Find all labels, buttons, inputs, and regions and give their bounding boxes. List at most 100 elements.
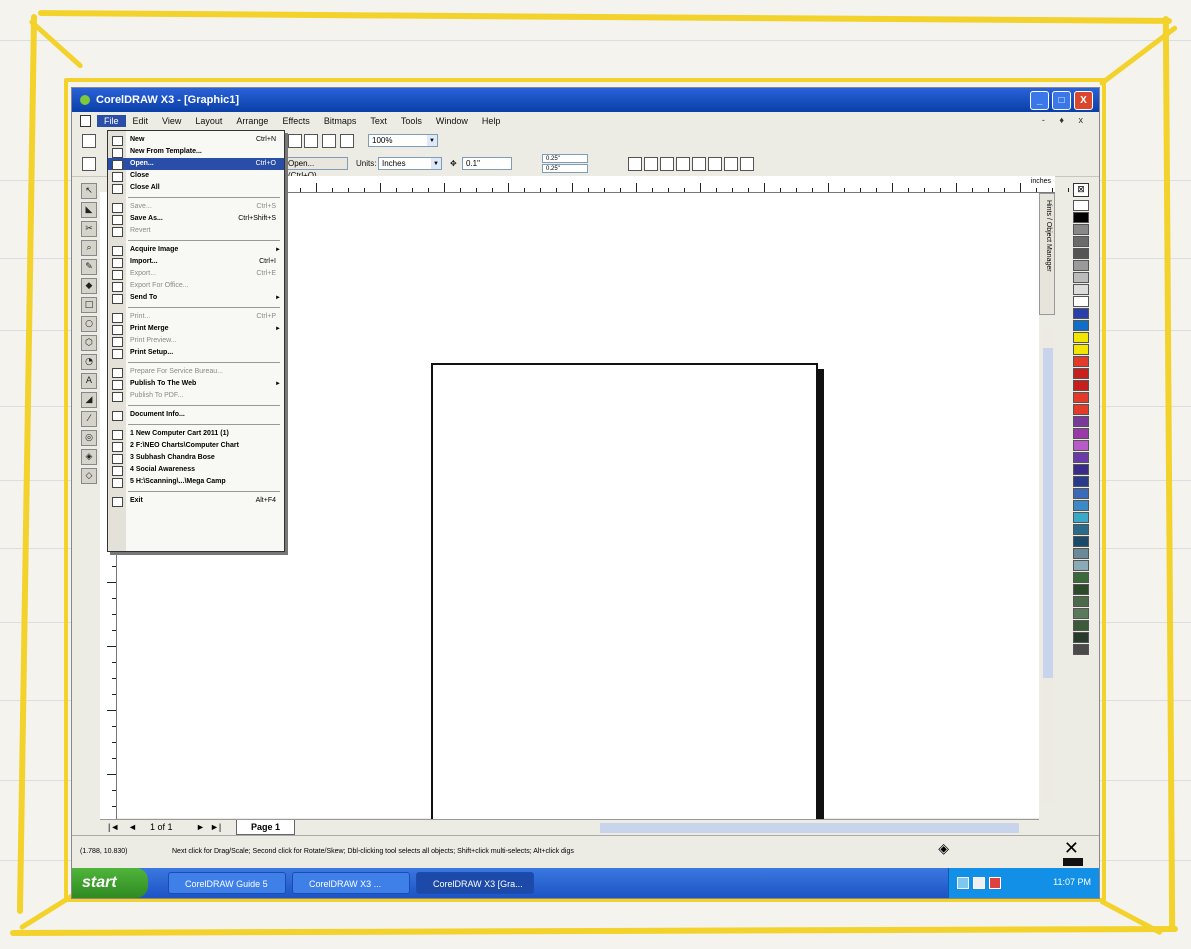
palette-swatch[interactable]	[1073, 356, 1089, 367]
file-menu-item[interactable]: 5 H:\Scanning\...\Mega Camp	[108, 476, 284, 488]
file-menu-item[interactable]: New Ctrl+N	[108, 134, 284, 146]
rectangle-tool-icon[interactable]: □	[81, 297, 97, 313]
file-menu-item[interactable]: Import... Ctrl+I	[108, 256, 284, 268]
docker-tab-hints[interactable]: Hints / Object Manager	[1039, 193, 1055, 315]
menu-file[interactable]: File	[97, 115, 126, 127]
palette-swatch[interactable]	[1073, 584, 1089, 595]
page-nav-last-button[interactable]: ►|	[210, 822, 221, 832]
close-button[interactable]: X	[1074, 91, 1093, 110]
duplicate-x-input[interactable]: 0.25"	[542, 154, 588, 163]
freehand-tool-icon[interactable]: ✎	[81, 259, 97, 275]
print-icon[interactable]	[288, 134, 302, 148]
palette-swatch[interactable]	[1073, 428, 1089, 439]
eyedropper-tool-icon[interactable]: ⁄	[81, 411, 97, 427]
file-menu-item[interactable]: Publish To PDF...	[108, 390, 284, 402]
palette-swatch[interactable]	[1073, 392, 1089, 403]
palette-swatch[interactable]	[1073, 212, 1089, 223]
palette-swatch[interactable]	[1073, 332, 1089, 343]
palette-swatch[interactable]	[1073, 512, 1089, 523]
interactive-blend-tool-icon[interactable]: ◢	[81, 392, 97, 408]
palette-swatch[interactable]	[1073, 452, 1089, 463]
palette-swatch[interactable]	[1073, 632, 1089, 643]
pick-tool-icon[interactable]: ↖	[81, 183, 97, 199]
menu-text[interactable]: Text	[363, 115, 394, 127]
palette-swatch[interactable]	[1073, 572, 1089, 583]
file-menu-item[interactable]: 1 New Computer Cart 2011 (1)	[108, 428, 284, 440]
file-menu-item[interactable]: New From Template...	[108, 146, 284, 158]
menu-effects[interactable]: Effects	[275, 115, 316, 127]
mdi-controls[interactable]: - ♦ x	[1042, 115, 1089, 125]
file-menu-item[interactable]: Prepare For Service Bureau...	[108, 366, 284, 378]
palette-swatch[interactable]	[1073, 404, 1089, 415]
tab-page-1[interactable]: Page 1	[236, 820, 296, 835]
shape-tool-icon[interactable]: ◣	[81, 202, 97, 218]
current-page-icon[interactable]	[676, 157, 690, 171]
file-menu-item[interactable]: Close	[108, 170, 284, 182]
landscape-icon[interactable]	[644, 157, 658, 171]
palette-swatch[interactable]	[1073, 644, 1089, 655]
palette-swatch[interactable]	[1073, 596, 1089, 607]
palette-swatch[interactable]	[1073, 284, 1089, 295]
palette-swatch[interactable]	[1073, 560, 1089, 571]
file-menu-item[interactable]: Print... Ctrl+P	[108, 311, 284, 323]
interactive-fill-tool-icon[interactable]: ◇	[81, 468, 97, 484]
minimize-button[interactable]: _	[1030, 91, 1049, 110]
taskbar-item[interactable]: CorelDRAW Guide 5	[168, 872, 286, 894]
menu-help[interactable]: Help	[475, 115, 508, 127]
horizontal-scrollbar[interactable]	[600, 823, 1019, 833]
zoom-select[interactable]: 100% ▼	[368, 134, 438, 147]
menu-window[interactable]: Window	[429, 115, 475, 127]
file-menu-item[interactable]: Save... Ctrl+S	[108, 201, 284, 213]
palette-swatch[interactable]	[1073, 500, 1089, 511]
palette-swatch[interactable]	[1073, 272, 1089, 283]
text-tool-icon[interactable]: A	[81, 373, 97, 389]
file-menu-item[interactable]: Print Preview...	[108, 335, 284, 347]
menu-tools[interactable]: Tools	[394, 115, 429, 127]
palette-swatch[interactable]	[1073, 308, 1089, 319]
palette-swatch[interactable]	[1073, 368, 1089, 379]
smart-fill-tool-icon[interactable]: ◆	[81, 278, 97, 294]
no-color-icon[interactable]: ⊠	[1073, 183, 1089, 197]
page-size-icon[interactable]	[82, 157, 96, 171]
palette-swatch[interactable]	[1073, 320, 1089, 331]
polygon-tool-icon[interactable]: ⬡	[81, 335, 97, 351]
copy-icon[interactable]	[304, 134, 318, 148]
palette-swatch[interactable]	[1073, 440, 1089, 451]
palette-swatch[interactable]	[1073, 620, 1089, 631]
file-menu-item[interactable]: Acquire Image ►	[108, 244, 284, 256]
maximize-button[interactable]: □	[1052, 91, 1071, 110]
page-sheet[interactable]	[431, 363, 818, 855]
file-menu-item[interactable]: 2 F:\NEO Charts\Computer Chart	[108, 440, 284, 452]
application-launcher-icon[interactable]	[340, 134, 354, 148]
file-menu-item[interactable]: Print Setup...	[108, 347, 284, 359]
new-document-icon[interactable]	[82, 134, 96, 148]
menu-edit[interactable]: Edit	[126, 115, 156, 127]
palette-swatch[interactable]	[1073, 548, 1089, 559]
file-menu-item[interactable]: Exit Alt+F4	[108, 495, 284, 507]
menu-arrange[interactable]: Arrange	[229, 115, 275, 127]
page-nav-prev-button[interactable]: ◄	[128, 822, 137, 832]
zoom-tool-icon[interactable]: ⌕	[81, 240, 97, 256]
file-menu-item[interactable]: Revert	[108, 225, 284, 237]
duplicate-y-input[interactable]: 0.25"	[542, 164, 588, 173]
taskbar-item[interactable]: CorelDRAW X3 ...	[292, 872, 410, 894]
file-menu-item[interactable]: 3 Subhash Chandra Bose	[108, 452, 284, 464]
scroll-thumb[interactable]	[1043, 348, 1053, 678]
menu-bitmaps[interactable]: Bitmaps	[317, 115, 364, 127]
file-menu-item[interactable]: Print Merge ►	[108, 323, 284, 335]
palette-swatch[interactable]	[1073, 224, 1089, 235]
palette-swatch[interactable]	[1073, 248, 1089, 259]
portrait-icon[interactable]	[628, 157, 642, 171]
crop-tool-icon[interactable]: ✂	[81, 221, 97, 237]
palette-swatch[interactable]	[1073, 236, 1089, 247]
basic-shapes-tool-icon[interactable]: ◔	[81, 354, 97, 370]
palette-swatch[interactable]	[1073, 296, 1089, 307]
palette-swatch[interactable]	[1073, 416, 1089, 427]
taskbar-item[interactable]: CorelDRAW X3 [Gra...	[416, 872, 534, 894]
palette-swatch[interactable]	[1073, 608, 1089, 619]
options-icon[interactable]	[740, 157, 754, 171]
snap-to-grid-icon[interactable]	[692, 157, 706, 171]
units-select[interactable]: Inches ▼	[378, 157, 442, 170]
file-menu-item[interactable]: 4 Social Awareness	[108, 464, 284, 476]
file-menu-item[interactable]: Document Info...	[108, 409, 284, 421]
